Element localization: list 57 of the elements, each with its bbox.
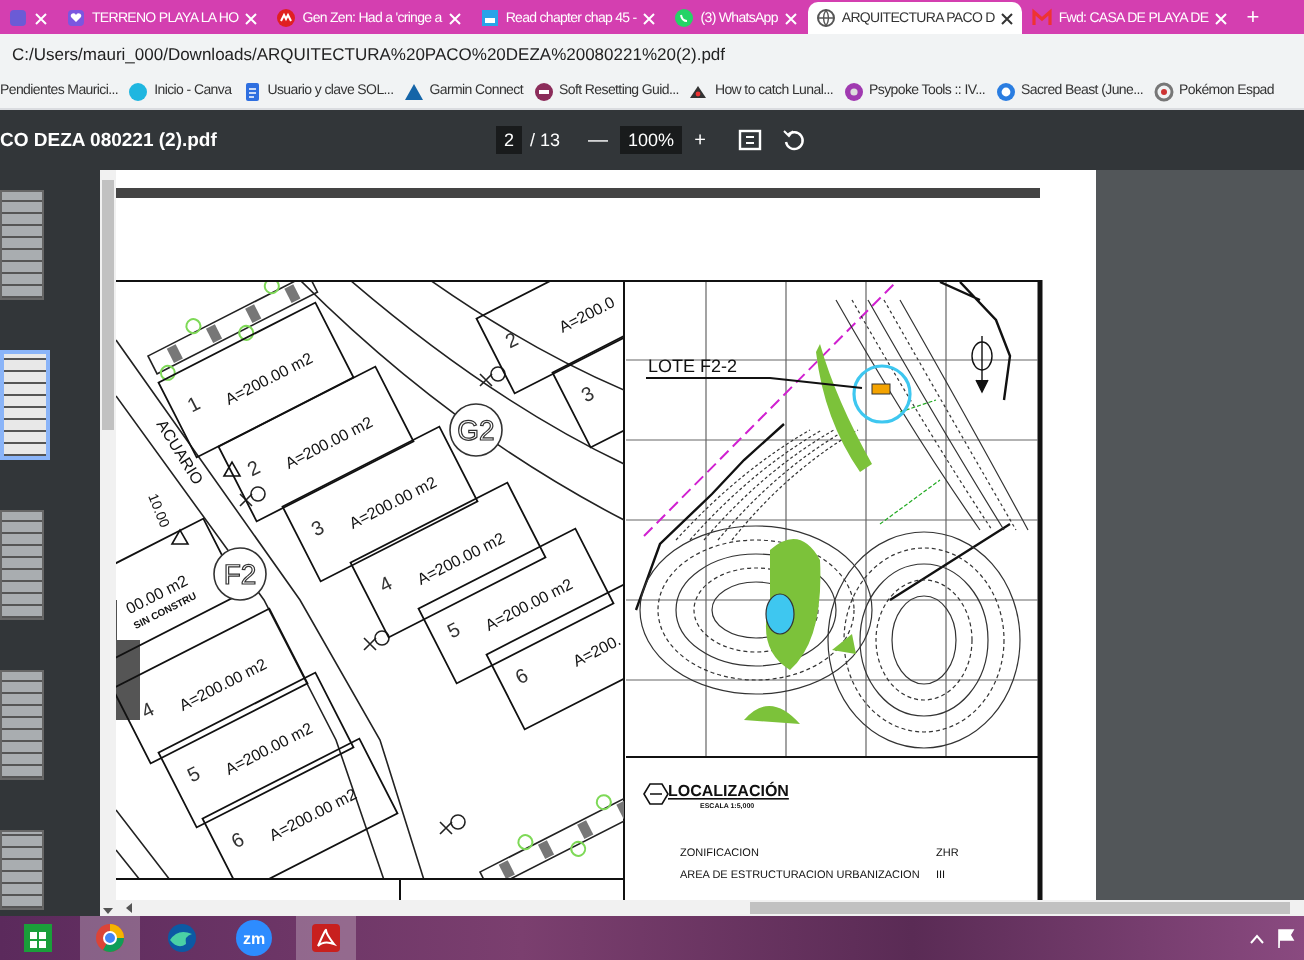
- page-number-field[interactable]: 2: [496, 126, 523, 154]
- document-icon: [241, 81, 262, 101]
- lot-marker: [871, 383, 891, 395]
- page-thumbnail[interactable]: [0, 190, 44, 300]
- grid-marker: G2: [449, 403, 503, 457]
- document-logo-icon: [310, 922, 342, 954]
- caret-up-icon[interactable]: [1250, 933, 1264, 943]
- scrollbar-thumb[interactable]: [102, 180, 114, 430]
- grid-marker: F2: [213, 547, 267, 601]
- page-thumbnail[interactable]: [0, 830, 44, 910]
- fit-page-icon[interactable]: [737, 128, 762, 152]
- location-icon: [643, 783, 669, 805]
- page-thumbnail[interactable]: [0, 670, 44, 780]
- zoom-in-button[interactable]: +: [682, 129, 718, 151]
- globe-icon: [815, 8, 836, 28]
- new-tab-button[interactable]: +: [1238, 2, 1268, 34]
- lot-number: 3: [308, 517, 329, 543]
- app-logo: zm: [236, 920, 272, 956]
- scrollbar-thumb[interactable]: [750, 902, 1290, 914]
- lot-number: 6: [512, 665, 533, 691]
- taskbar-app[interactable]: [296, 916, 356, 960]
- lot-number: 6: [228, 829, 249, 855]
- logo-icon: [276, 8, 297, 28]
- zoom-out-button[interactable]: —: [576, 129, 621, 151]
- close-icon[interactable]: [1000, 11, 1015, 25]
- lot-number: 3: [578, 383, 599, 409]
- triangle-icon: [403, 81, 424, 101]
- page-thumbnail[interactable]: [0, 350, 50, 460]
- flag-icon[interactable]: [1276, 928, 1296, 948]
- store-icon: [22, 922, 54, 954]
- rotate-icon[interactable]: [781, 128, 806, 152]
- ball-icon: [843, 81, 864, 101]
- circle-logo-icon: [94, 922, 126, 954]
- circle-icon: [995, 81, 1016, 101]
- ball-icon: [1153, 81, 1174, 101]
- north-arrow-icon: [971, 335, 993, 394]
- lot-number: 2: [244, 457, 265, 483]
- ball-icon: [533, 81, 553, 101]
- page-count: / 13: [530, 130, 561, 150]
- lot-number: 5: [444, 619, 465, 645]
- lot-label: LOTE F2-2: [648, 356, 738, 376]
- image-icon: [479, 8, 500, 28]
- lot-number: 2: [502, 329, 523, 355]
- lot-number: 5: [184, 763, 205, 789]
- highlight-circle: [852, 364, 912, 424]
- circle-icon: [128, 81, 149, 101]
- lot-number: 4: [138, 699, 159, 725]
- lot-number: 4: [376, 573, 397, 599]
- mail-icon: [1032, 8, 1053, 28]
- page-thumbnail[interactable]: [0, 510, 44, 620]
- legend-title: LOCALIZACIÓN: [668, 782, 789, 800]
- file-name: CO DEZA 080221 (2).pdf: [0, 129, 217, 151]
- zoom-field[interactable]: 100%: [620, 126, 683, 154]
- chat-icon: [674, 8, 695, 28]
- wave-logo-icon: [166, 922, 198, 954]
- scroll-left-icon[interactable]: [124, 902, 134, 914]
- lot-number: 1: [184, 393, 205, 419]
